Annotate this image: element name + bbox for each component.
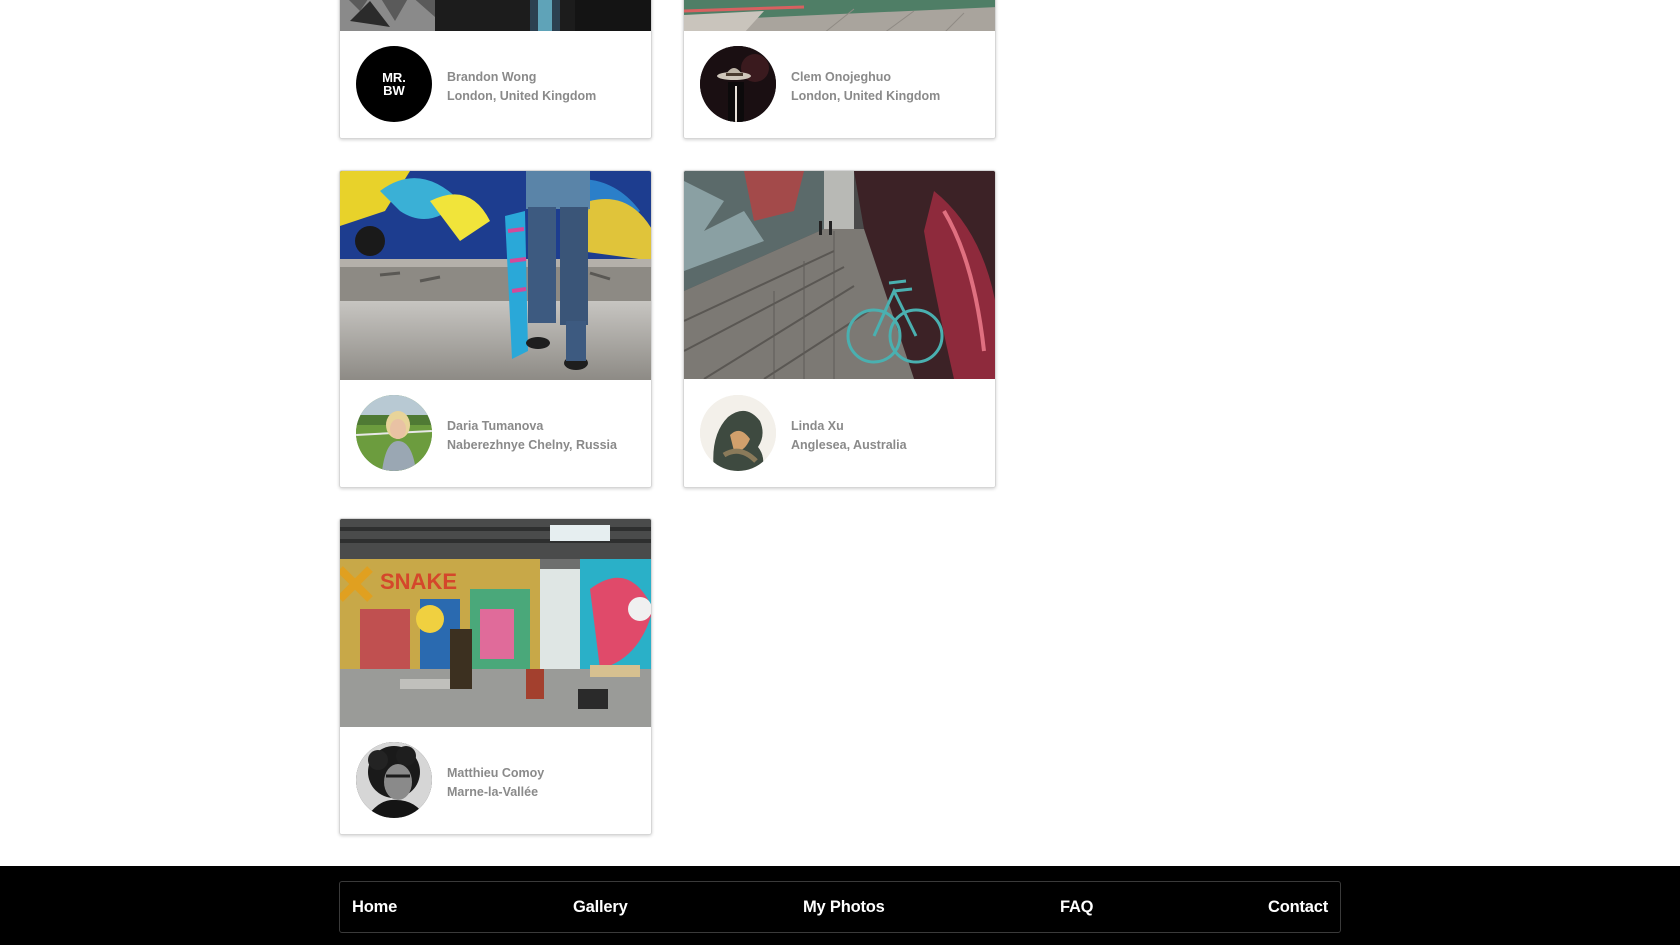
footer-nav: Home Gallery My Photos FAQ Contact — [339, 881, 1341, 933]
author-info: Clem Onojeghuo London, United Kingdom — [791, 68, 940, 106]
author-location: London, United Kingdom — [791, 89, 941, 103]
author-location: Anglesea, Australia — [791, 438, 907, 452]
author-info: Matthieu Comoy Marne-la-Vallée — [447, 764, 544, 802]
card-photo[interactable] — [684, 0, 995, 33]
svg-text:SNAKE: SNAKE — [380, 569, 457, 594]
author-name[interactable]: Daria Tumanova — [447, 417, 617, 436]
avatar — [700, 46, 776, 122]
card-footer: Linda Xu Anglesea, Australia — [684, 380, 995, 487]
photo-card[interactable]: MR. BW Brandon Wong London, United Kingd… — [339, 0, 652, 139]
author-info: Brandon Wong London, United Kingdom — [447, 68, 596, 106]
card-footer: Daria Tumanova Naberezhnye Chelny, Russi… — [340, 380, 651, 487]
nav-link-contact[interactable]: Contact — [1268, 898, 1328, 917]
card-photo[interactable] — [340, 0, 651, 33]
card-footer: Matthieu Comoy Marne-la-Vallée — [340, 727, 651, 834]
card-photo[interactable] — [340, 171, 651, 380]
nav-link-gallery[interactable]: Gallery — [573, 898, 628, 917]
author-location: Marne-la-Vallée — [447, 785, 539, 799]
nav-link-my-photos[interactable]: My Photos — [803, 898, 885, 917]
author-name[interactable]: Clem Onojeghuo — [791, 68, 940, 87]
nav-link-home[interactable]: Home — [352, 898, 397, 917]
svg-text:BW: BW — [383, 83, 405, 98]
avatar: MR. BW — [356, 46, 432, 122]
card-footer: Clem Onojeghuo London, United Kingdom — [684, 31, 995, 138]
photo-card[interactable]: Linda Xu Anglesea, Australia — [683, 170, 996, 488]
card-footer: MR. BW Brandon Wong London, United Kingd… — [340, 31, 651, 138]
photo-card[interactable]: Clem Onojeghuo London, United Kingdom — [683, 0, 996, 139]
author-name[interactable]: Matthieu Comoy — [447, 764, 544, 783]
author-location: Naberezhnye Chelny, Russia — [447, 438, 617, 452]
avatar — [356, 395, 432, 471]
card-photo[interactable] — [684, 171, 995, 379]
photo-card[interactable]: SNAKE Matthieu Comoy Marne-la-Vallée — [339, 518, 652, 835]
site-footer: Home Gallery My Photos FAQ Contact — [0, 866, 1680, 945]
gallery-page: MR. BW Brandon Wong London, United Kingd… — [0, 0, 1680, 945]
avatar — [356, 742, 432, 818]
photo-card[interactable]: Daria Tumanova Naberezhnye Chelny, Russi… — [339, 170, 652, 488]
author-info: Linda Xu Anglesea, Australia — [791, 417, 907, 455]
author-name[interactable]: Linda Xu — [791, 417, 907, 436]
nav-link-faq[interactable]: FAQ — [1060, 898, 1094, 917]
card-photo[interactable]: SNAKE — [340, 519, 651, 727]
avatar — [700, 395, 776, 471]
author-info: Daria Tumanova Naberezhnye Chelny, Russi… — [447, 417, 617, 455]
author-location: London, United Kingdom — [447, 89, 597, 103]
author-name[interactable]: Brandon Wong — [447, 68, 596, 87]
